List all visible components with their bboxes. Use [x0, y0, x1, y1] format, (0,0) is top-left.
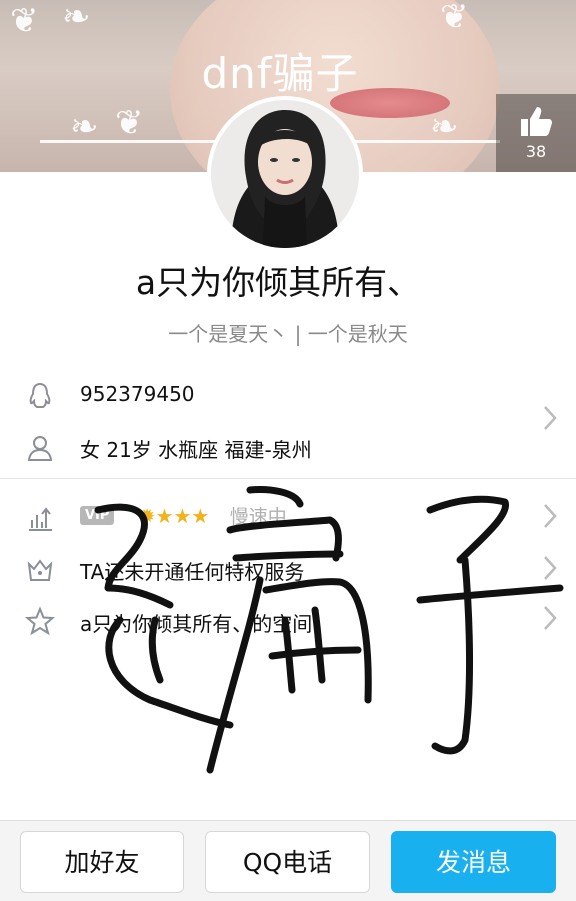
qq-penguin-icon	[29, 382, 51, 408]
cover-nickname: dnf骗子	[201, 49, 359, 98]
level-speed: 慢速中	[229, 506, 287, 528]
qq-number: 952379450	[80, 382, 195, 406]
qzone-row[interactable]: a只为你倾其所有、的空间	[0, 600, 576, 640]
level-row[interactable]: VIP ✹★★★ 慢速中	[0, 496, 576, 536]
privilege-row[interactable]: TA还未开通任何特权服务	[0, 548, 576, 588]
personal-signature: 一个是夏天丶 | 一个是秋天	[168, 322, 408, 346]
chevron-right-icon[interactable]	[542, 502, 558, 530]
level-up-icon	[29, 507, 52, 531]
section-divider	[0, 478, 576, 479]
star-icon	[24, 606, 56, 636]
leaf-decoration-icon: ❧	[70, 107, 99, 147]
avatar[interactable]	[207, 96, 363, 252]
qzone-text: a只为你倾其所有、的空间	[80, 612, 313, 636]
send-message-button[interactable]: 发消息	[391, 831, 556, 893]
vip-badge: VIP	[80, 506, 115, 525]
qq-call-button[interactable]: QQ电话	[205, 831, 370, 893]
leaf-decoration-icon: ❦	[10, 1, 39, 41]
chevron-right-icon[interactable]	[542, 404, 558, 432]
level-icons: ✹★★★	[138, 503, 210, 528]
like-button[interactable]: 38	[496, 94, 576, 172]
leaf-decoration-icon: ❧	[62, 0, 91, 37]
chevron-right-icon[interactable]	[542, 604, 558, 632]
avatar-portrait	[211, 100, 359, 248]
qq-number-row[interactable]: 952379450	[0, 374, 576, 414]
privilege-text: TA还未开通任何特权服务	[80, 560, 305, 584]
display-name: a只为你倾其所有、	[135, 263, 421, 302]
like-count: 38	[525, 142, 547, 161]
crown-icon	[27, 559, 53, 581]
level-info: VIP ✹★★★ 慢速中	[80, 502, 287, 529]
basic-info-text: 女 21岁 水瓶座 福建-泉州	[80, 438, 312, 462]
leaf-decoration-icon: ❧	[430, 107, 459, 147]
leaf-decoration-icon: ❦	[115, 103, 144, 143]
bottom-action-bar: 加好友 QQ电话 发消息	[0, 820, 576, 901]
basic-info-row[interactable]: 女 21岁 水瓶座 福建-泉州	[0, 426, 576, 466]
leaf-decoration-icon: ❦	[440, 0, 469, 37]
chevron-right-icon[interactable]	[542, 554, 558, 582]
add-friend-button[interactable]: 加好友	[20, 831, 184, 893]
thumb-up-icon	[521, 107, 552, 136]
person-icon	[27, 436, 53, 461]
